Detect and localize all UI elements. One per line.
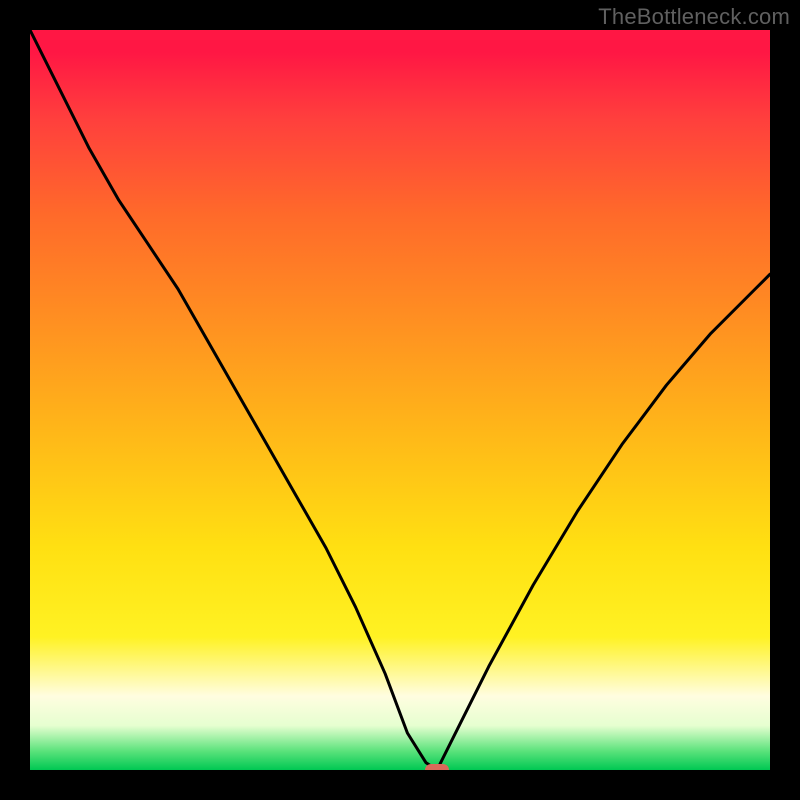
optimal-point-marker <box>425 764 449 770</box>
curve-layer <box>30 30 770 770</box>
chart-frame: TheBottleneck.com <box>0 0 800 800</box>
plot-area <box>30 30 770 770</box>
watermark-text: TheBottleneck.com <box>598 4 790 30</box>
bottleneck-curve <box>30 30 770 770</box>
